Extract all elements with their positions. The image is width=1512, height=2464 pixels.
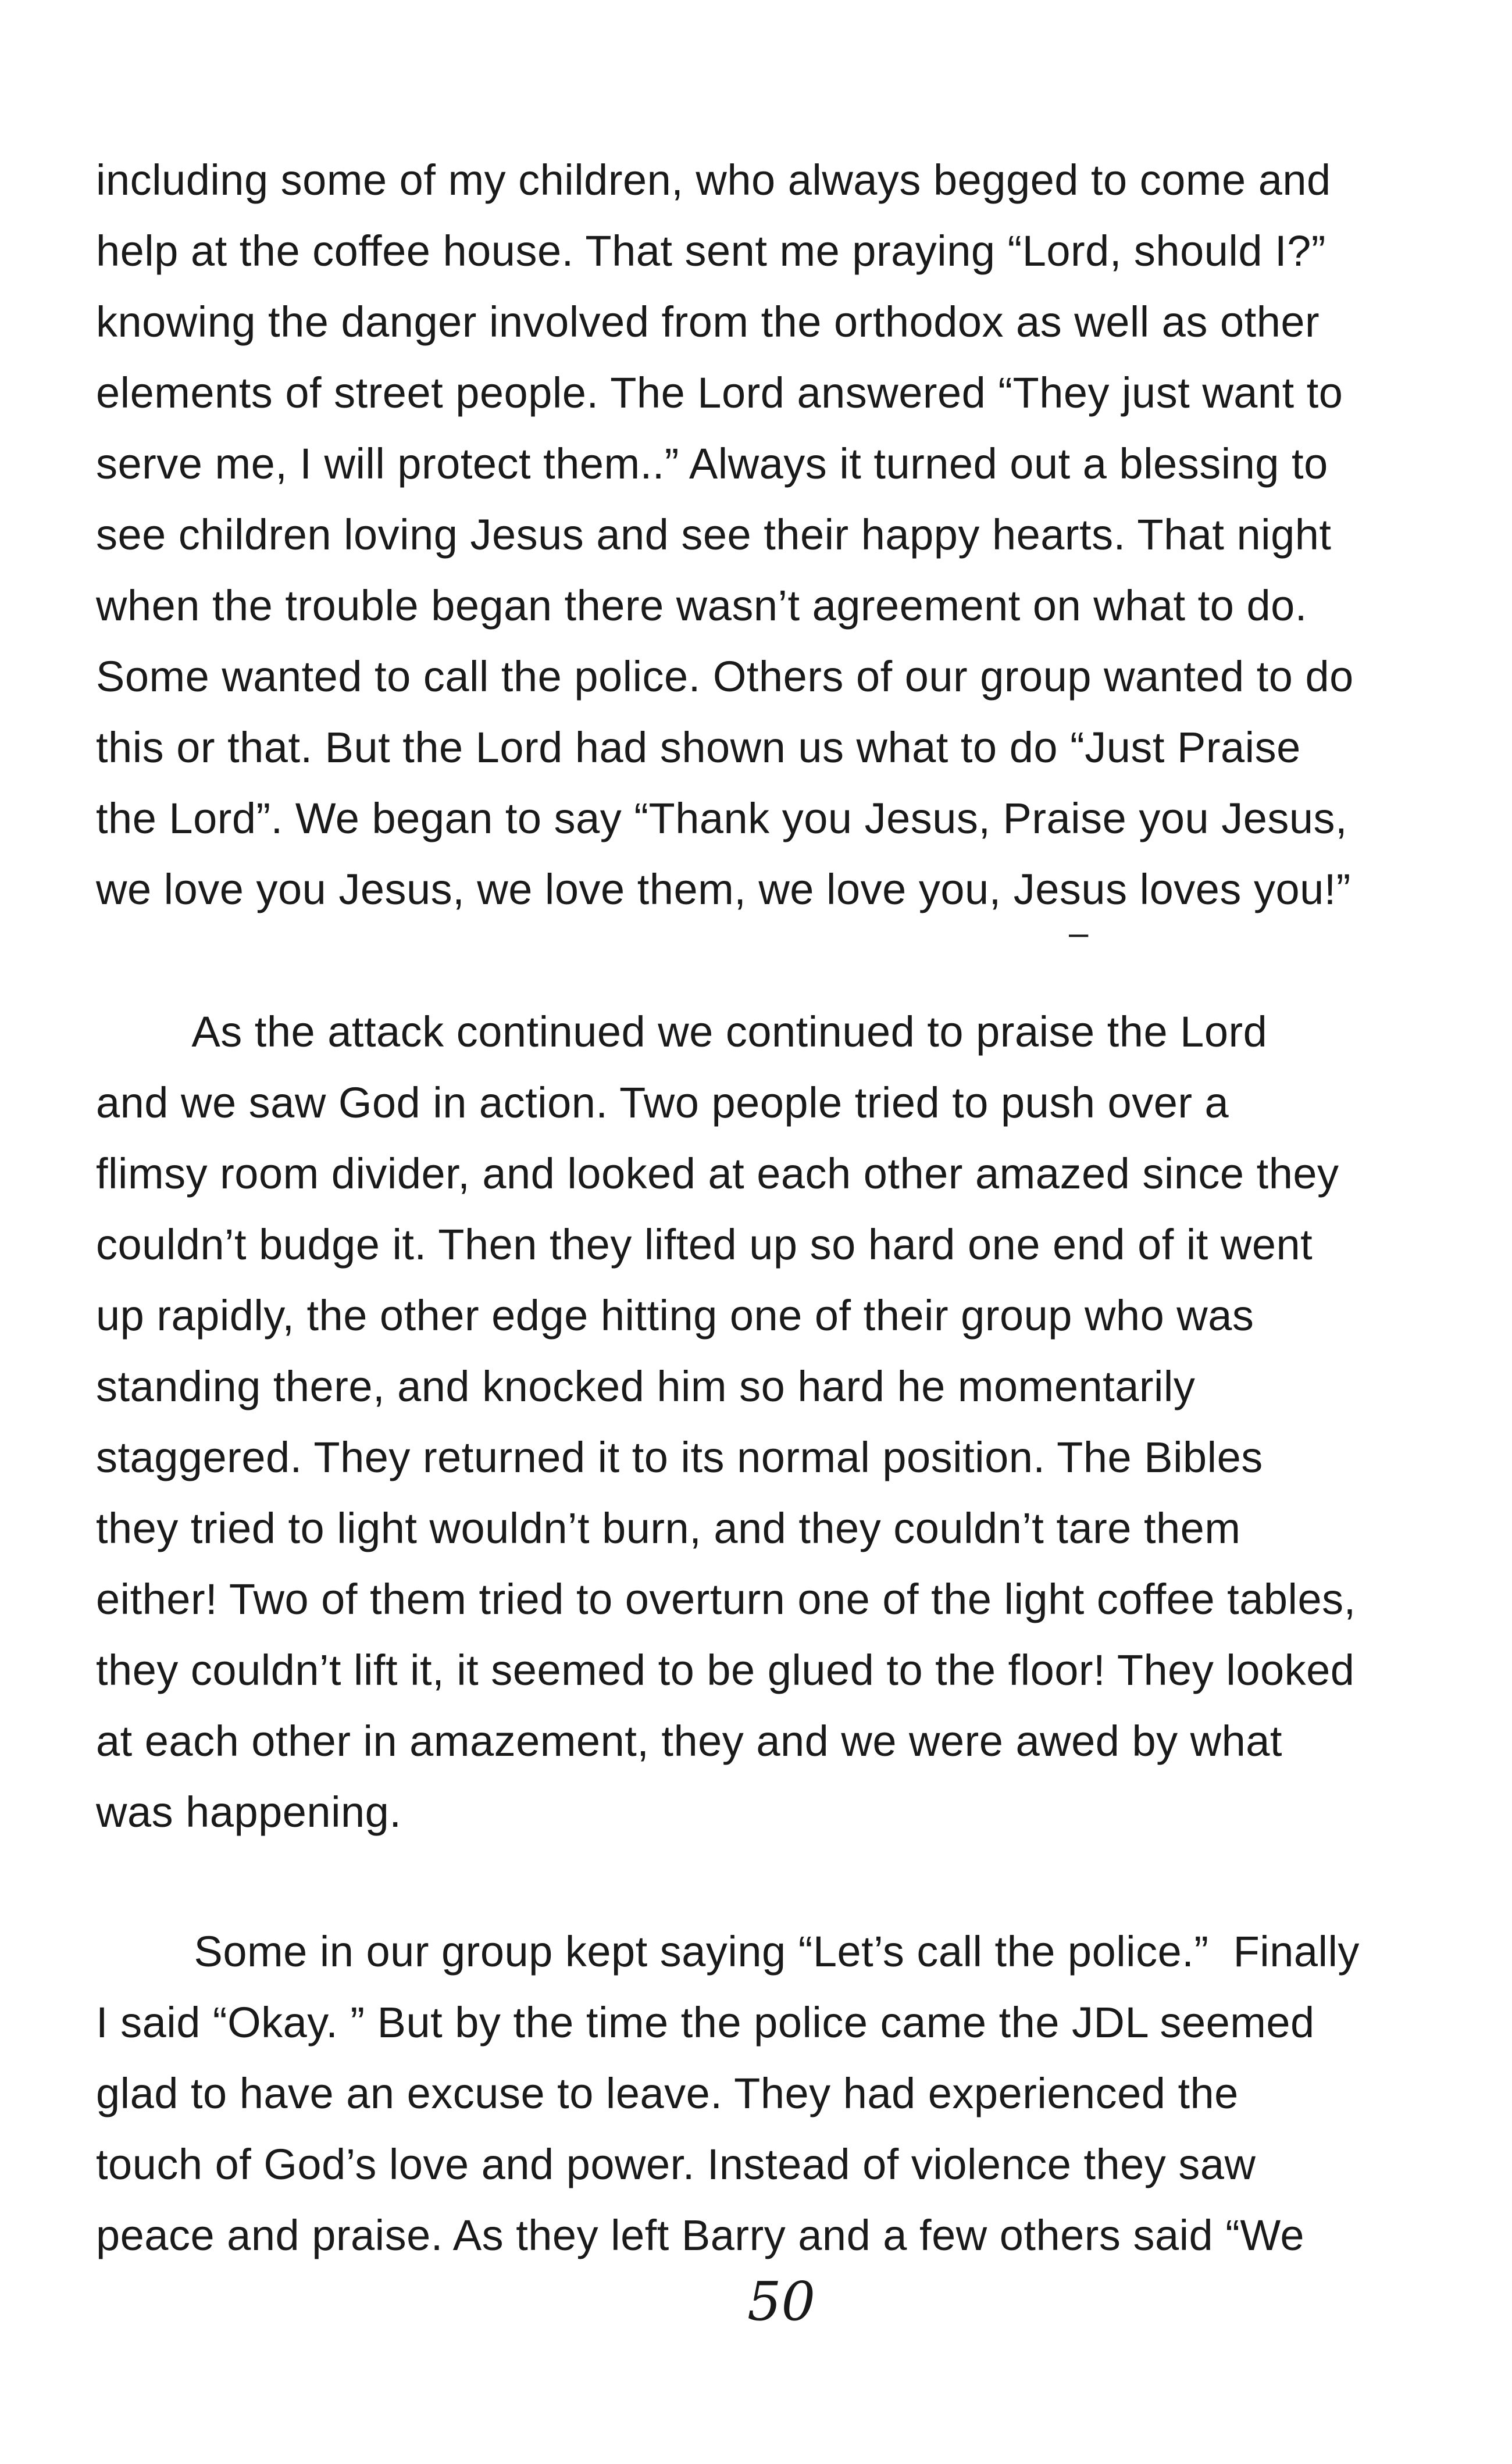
text-line: the Lord”. We began to say “Thank you Je…: [96, 794, 1348, 842]
text-line: Some in our group kept saying “Let’s cal…: [96, 1927, 1360, 1976]
text-line: peace and praise. As they left Barry and…: [96, 2211, 1305, 2259]
stray-dash-mark: –: [1069, 913, 1089, 952]
document-page: including some of my children, who alway…: [0, 0, 1512, 2464]
text-line: they tried to light wouldn’t burn, and t…: [96, 1504, 1241, 1552]
text-line: elements of street people. The Lord answ…: [96, 369, 1343, 417]
text-line: we love you Jesus, we love them, we love…: [96, 865, 1351, 913]
page-number: 50: [747, 2270, 816, 2333]
text-line: they couldn’t lift it, it seemed to be g…: [96, 1646, 1355, 1694]
text-line: standing there, and knocked him so hard …: [96, 1362, 1196, 1410]
text-line: this or that. But the Lord had shown us …: [96, 723, 1301, 772]
text-line: touch of God’s love and power. Instead o…: [96, 2140, 1256, 2188]
text-line: staggered. They returned it to its norma…: [96, 1433, 1263, 1481]
text-line: up rapidly, the other edge hitting one o…: [96, 1291, 1254, 1340]
text-line: Some wanted to call the police. Others o…: [96, 652, 1354, 701]
text-line: including some of my children, who alway…: [96, 156, 1331, 204]
text-line: either! Two of them tried to overturn on…: [96, 1575, 1356, 1623]
text-line: help at the coffee house. That sent me p…: [96, 227, 1326, 275]
text-line: serve me, I will protect them..” Always …: [96, 440, 1328, 488]
text-line: couldn’t budge it. Then they lifted up s…: [96, 1220, 1313, 1269]
text-line: and we saw God in action. Two people tri…: [96, 1079, 1229, 1127]
text-line: I said “Okay. ” But by the time the poli…: [96, 1998, 1315, 2047]
text-line: knowing the danger involved from the ort…: [96, 298, 1320, 346]
text-line: flimsy room divider, and looked at each …: [96, 1149, 1339, 1198]
text-line: glad to have an excuse to leave. They ha…: [96, 2069, 1239, 2117]
text-line: was happening.: [96, 1788, 402, 1836]
text-line: As the attack continued we continued to …: [96, 1008, 1268, 1056]
text-line: see children loving Jesus and see their …: [96, 510, 1332, 559]
text-line: when the trouble began there wasn’t agre…: [96, 581, 1307, 630]
text-line: at each other in amazement, they and we …: [96, 1717, 1282, 1765]
